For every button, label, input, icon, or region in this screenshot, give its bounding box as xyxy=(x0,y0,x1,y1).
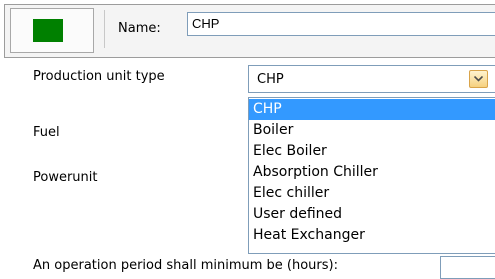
powerunit-label: Powerunit xyxy=(33,170,98,185)
name-input[interactable]: CHP xyxy=(187,12,495,36)
header-divider xyxy=(104,10,105,48)
color-swatch xyxy=(33,19,63,42)
dropdown-arrow-button[interactable] xyxy=(469,70,488,88)
operation-period-label: An operation period shall minimum be (ho… xyxy=(33,258,338,273)
dropdown-option[interactable]: Elec chiller xyxy=(249,183,495,204)
production-unit-type-list[interactable]: CHP Boiler Elec Boiler Absorption Chiller El… xyxy=(248,97,495,254)
production-unit-type-select[interactable]: CHP xyxy=(248,65,495,93)
dropdown-option[interactable]: Boiler xyxy=(249,120,495,141)
fuel-label: Fuel xyxy=(33,125,60,140)
name-label: Name: xyxy=(118,21,161,36)
color-picker-button[interactable] xyxy=(10,8,94,53)
operation-period-input[interactable] xyxy=(440,256,495,279)
type-select-value: CHP xyxy=(257,72,284,87)
dropdown-option[interactable]: User defined xyxy=(249,204,495,225)
dropdown-option[interactable]: CHP xyxy=(249,99,495,120)
dropdown-option[interactable]: Absorption Chiller xyxy=(249,162,495,183)
chevron-down-icon xyxy=(474,76,483,82)
dropdown-option[interactable]: Heat Exchanger xyxy=(249,225,495,246)
production-unit-type-label: Production unit type xyxy=(33,69,165,84)
dropdown-option[interactable]: Elec Boiler xyxy=(249,141,495,162)
